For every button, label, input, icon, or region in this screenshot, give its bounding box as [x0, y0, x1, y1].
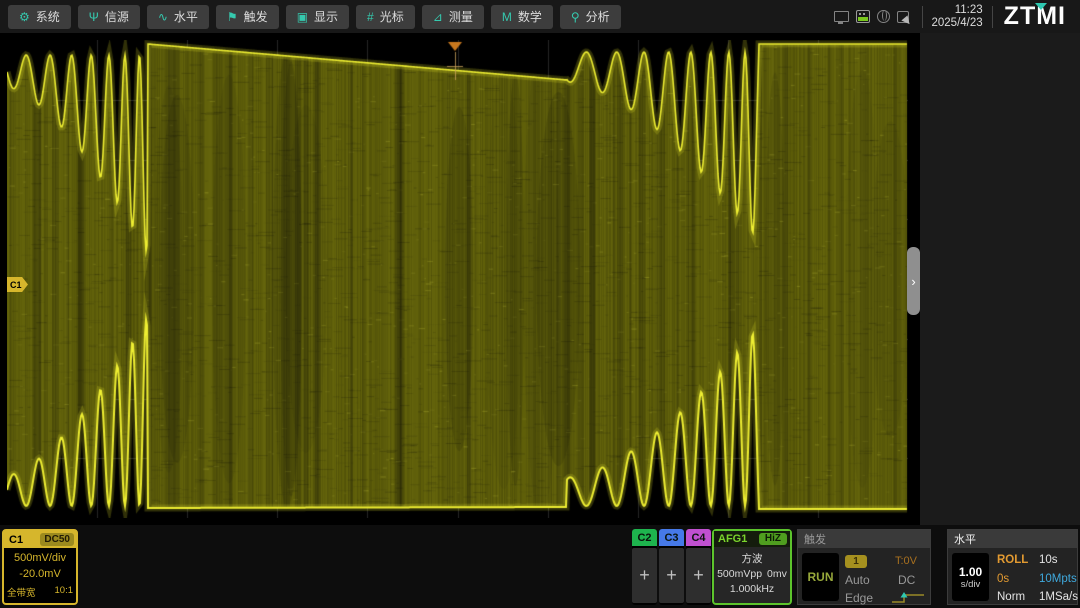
afg1-offset: 0mv — [767, 568, 787, 580]
network-display-icon — [834, 11, 849, 22]
channel1-details: 500mV/div -20.0mV 全带宽 10:1 — [4, 552, 76, 599]
clock-time: 11:23 — [932, 4, 983, 17]
rising-edge-icon — [891, 591, 925, 605]
magnifier-icon: ⚲ — [571, 11, 580, 23]
channel3-add-button[interactable]: + — [659, 548, 684, 603]
clock: 11:23 2025/4/23 — [932, 4, 983, 30]
math-m-icon: M — [502, 11, 512, 23]
menu-label: 信源 — [105, 8, 129, 25]
horizontal-panel[interactable]: 水平 1.00 s/div ROLL 10s 0s 10Mpts Norm 1M… — [947, 529, 1078, 605]
afg1-amplitude: 500mVpp — [717, 568, 762, 580]
acquisition-state-box[interactable]: RUN — [802, 553, 839, 601]
channel1-bandwidth: 全带宽 — [7, 585, 36, 599]
afg1-waveform-type: 方波 — [714, 552, 790, 567]
afg1-details: 方波 500mVpp 0mv 1.000kHz — [714, 547, 790, 597]
plus-icon: + — [693, 565, 704, 586]
chevron-right-icon: › — [911, 274, 915, 289]
afg1-label: AFG1 — [718, 533, 747, 545]
channel1-info-box[interactable]: C1 DC50 500mV/div -20.0mV 全带宽 10:1 — [2, 529, 78, 605]
oscilloscope-screen: ⚙ 系统 Ψ 信源 ∿ 水平 ⚑ 触发 ▣ 显示 # 光标 ⊿ 测量 M 数学 — [0, 0, 1080, 608]
menu-button-analysis[interactable]: ⚲ 分析 — [560, 5, 621, 29]
waveform-canvas[interactable] — [7, 40, 908, 518]
menu-label: 水平 — [174, 8, 198, 25]
channel1-label: C1 — [9, 534, 23, 546]
timebase-scale-value: 1.00 — [959, 565, 982, 579]
gear-icon: ⚙ — [19, 11, 30, 23]
channel1-scale: 500mV/div — [4, 552, 76, 564]
waveform-display[interactable]: C1 — [7, 40, 908, 518]
channel2-add-box[interactable]: C2 + — [632, 529, 657, 605]
status-icon-group — [834, 10, 909, 23]
channel3-label: C3 — [659, 529, 684, 546]
menu-button-source[interactable]: Ψ 信源 — [78, 5, 140, 29]
channel1-probe-ratio: 10:1 — [55, 585, 74, 599]
menu-button-trigger[interactable]: ⚑ 触发 — [216, 5, 279, 29]
plus-icon: + — [666, 565, 677, 586]
triangle-ruler-icon: ⊿ — [433, 11, 443, 23]
channel4-label: C4 — [686, 529, 711, 546]
right-sidebar — [920, 33, 1080, 525]
afg1-impedance-badge: HiZ — [759, 533, 787, 545]
top-menu-bar: ⚙ 系统 Ψ 信源 ∿ 水平 ⚑ 触发 ▣ 显示 # 光标 ⊿ 测量 M 数学 — [0, 0, 1080, 33]
trigger-type-label: Edge — [845, 591, 873, 605]
memory-depth-value: 10Mpts — [1039, 573, 1077, 585]
monitor-icon: ▣ — [297, 11, 308, 23]
menu-label: 分析 — [586, 8, 610, 25]
wave-icon: ∿ — [158, 11, 168, 23]
run-state-label: RUN — [808, 570, 834, 584]
menu-button-cursor[interactable]: # 光标 — [356, 5, 415, 29]
menu-label: 测量 — [449, 8, 473, 25]
afg1-header: AFG1 HiZ — [714, 531, 790, 547]
horizontal-position-value: 0s — [997, 573, 1009, 585]
trigger-source-badge[interactable]: 1 — [845, 555, 867, 568]
network-icon — [877, 10, 890, 23]
topbar-divider — [992, 6, 993, 28]
touch-icon — [897, 11, 909, 23]
flag-icon: ⚑ — [227, 11, 238, 23]
crosshair-grid-icon: # — [367, 11, 374, 23]
trigger-panel[interactable]: 触发 RUN 1 T:0V Auto DC Edge — [797, 529, 931, 605]
trigger-level-value: T:0V — [895, 555, 917, 567]
afg1-frequency: 1.000kHz — [714, 582, 790, 597]
sidebar-expand-handle[interactable]: › — [907, 247, 920, 315]
brand-logo: ZTMI — [1004, 2, 1066, 31]
channel1-offset: -20.0mV — [4, 568, 76, 580]
channel2-label: C2 — [632, 529, 657, 546]
trigger-coupling-label: DC — [898, 573, 915, 587]
afg1-info-box[interactable]: AFG1 HiZ 方波 500mVpp 0mv 1.000kHz — [712, 529, 792, 605]
sample-rate-value: 1MSa/s — [1039, 591, 1078, 603]
clock-date: 2025/4/23 — [932, 17, 983, 30]
channel1-coupling-badge: DC50 — [40, 533, 74, 546]
antenna-icon: Ψ — [89, 11, 99, 23]
menu-button-system[interactable]: ⚙ 系统 — [8, 5, 71, 29]
menu-label: 系统 — [36, 8, 60, 25]
channel4-add-button[interactable]: + — [686, 548, 711, 603]
menu-button-display[interactable]: ▣ 显示 — [286, 5, 349, 29]
time-span-value: 10s — [1039, 554, 1058, 566]
channel3-add-box[interactable]: C3 + — [659, 529, 684, 605]
timebase-scale-unit: s/div — [961, 579, 981, 590]
menu-button-math[interactable]: M 数学 — [491, 5, 553, 29]
menu-button-measure[interactable]: ⊿ 测量 — [422, 5, 484, 29]
menu-button-horizontal[interactable]: ∿ 水平 — [147, 5, 209, 29]
timebase-scale-box[interactable]: 1.00 s/div — [952, 553, 989, 601]
menu-label: 数学 — [518, 8, 542, 25]
trigger-mode-label: Auto — [845, 573, 870, 587]
menu-label: 触发 — [244, 8, 268, 25]
usb-storage-icon — [856, 10, 870, 23]
trigger-panel-title: 触发 — [798, 530, 930, 548]
menu-label: 光标 — [380, 8, 404, 25]
brand-logo-triangle-icon — [1035, 3, 1047, 10]
channel4-add-box[interactable]: C4 + — [686, 529, 711, 605]
acquisition-mode-label: ROLL — [997, 554, 1028, 566]
plus-icon: + — [639, 565, 650, 586]
horizontal-panel-title: 水平 — [948, 530, 1077, 548]
menu-label: 显示 — [314, 8, 338, 25]
acquire-type-label: Norm — [997, 591, 1025, 603]
channel1-header: C1 DC50 — [4, 531, 76, 548]
bottom-status-bar: C1 DC50 500mV/div -20.0mV 全带宽 10:1 C2 + … — [0, 525, 1080, 608]
topbar-divider — [922, 6, 923, 28]
channel2-add-button[interactable]: + — [632, 548, 657, 603]
